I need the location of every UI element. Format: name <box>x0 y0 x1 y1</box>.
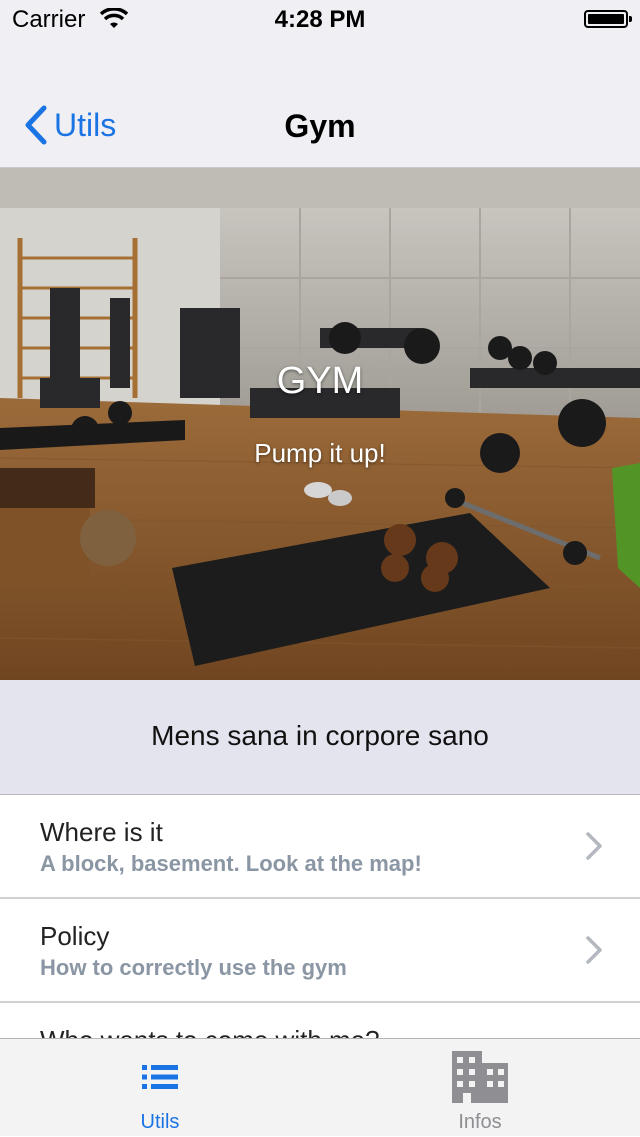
status-bar: Carrier 4:28 PM <box>0 0 640 40</box>
list-item-title: Who wants to come with me? <box>40 1025 380 1038</box>
list-icon <box>142 1065 178 1089</box>
list-item-subtitle: How to correctly use the gym <box>40 955 347 980</box>
tab-infos[interactable]: Infos <box>320 1039 640 1137</box>
list-item-title: Policy <box>40 921 110 951</box>
clock: 4:28 PM <box>274 6 366 33</box>
info-list: Where is it A block, basement. Look at t… <box>0 795 640 1038</box>
battery-icon <box>584 10 632 28</box>
list-item-title: Where is it <box>40 817 163 847</box>
hero-title: GYM <box>276 360 364 402</box>
tab-bar: Utils Infos <box>0 1038 640 1136</box>
gym-photo <box>0 168 640 680</box>
building-icon <box>452 1051 508 1103</box>
list-item-policy[interactable]: Policy How to correctly use the gym <box>0 899 640 1003</box>
tab-label: Infos <box>458 1111 502 1133</box>
tab-label: Utils <box>140 1111 180 1133</box>
list-item-who-wants-to-come[interactable]: Who wants to come with me? <box>0 1003 640 1038</box>
page-title: Gym <box>284 108 356 144</box>
navigation-bar: Utils Gym <box>0 40 640 168</box>
motto-header: Mens sana in corpore sano <box>0 680 640 795</box>
hero-subtitle: Pump it up! <box>254 438 386 468</box>
list-item-where-is-it[interactable]: Where is it A block, basement. Look at t… <box>0 795 640 899</box>
motto-text: Mens sana in corpore sano <box>151 720 489 751</box>
hero-banner: GYM Pump it up! <box>0 168 640 680</box>
chevron-right-icon <box>586 832 602 860</box>
chevron-right-icon <box>586 936 602 964</box>
list-item-subtitle: A block, basement. Look at the map! <box>40 851 422 876</box>
tab-utils[interactable]: Utils <box>0 1039 320 1137</box>
